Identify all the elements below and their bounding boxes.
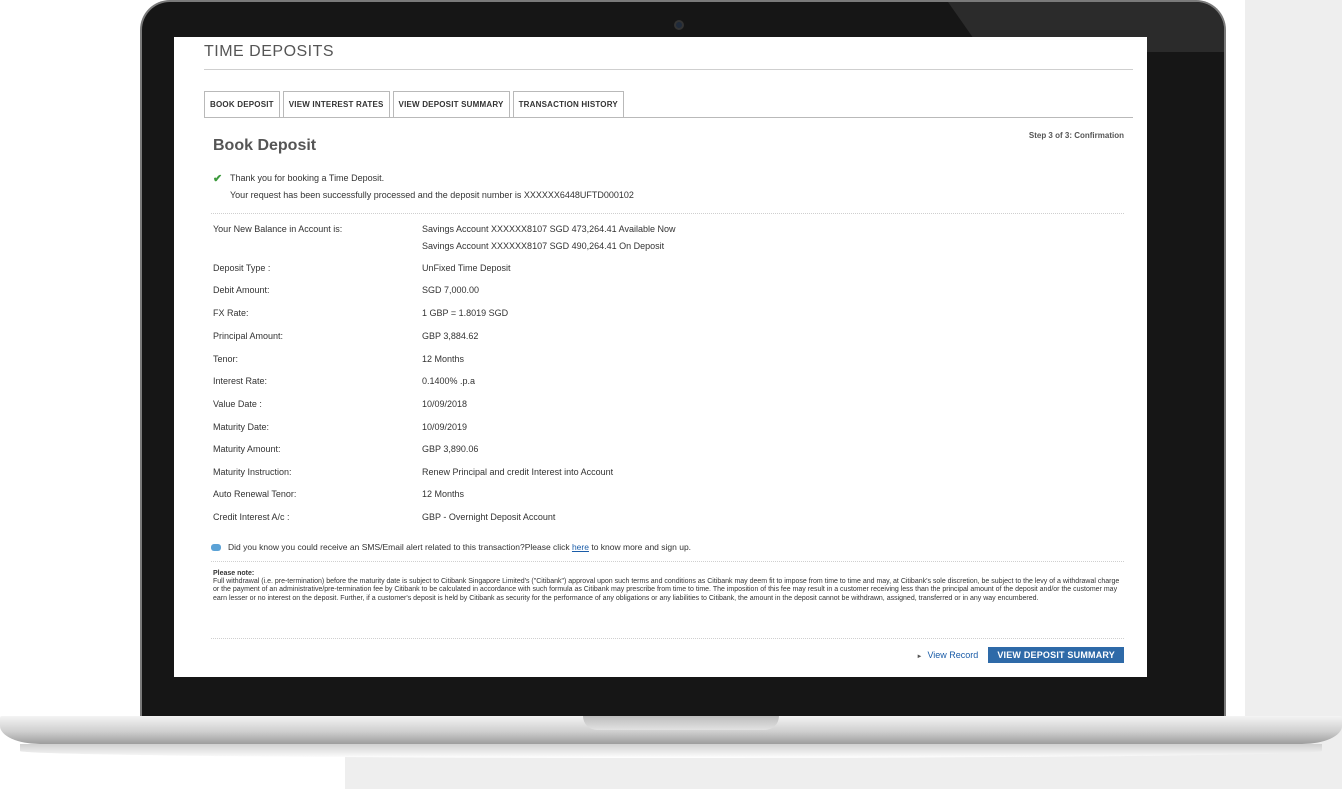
alert-text-after: to know more and sign up. bbox=[588, 542, 692, 552]
action-bar: ► View Record VIEW DEPOSIT SUMMARY bbox=[917, 647, 1124, 663]
note-title: Please note: bbox=[213, 570, 255, 577]
confirmation-line-2: Your request has been successfully proce… bbox=[230, 190, 634, 200]
laptop-base-notch bbox=[583, 716, 779, 730]
detail-label: Maturity Instruction: bbox=[213, 467, 292, 477]
tabs-divider bbox=[204, 117, 1133, 118]
step-indicator: Step 3 of 3: Confirmation bbox=[1028, 131, 1124, 140]
tab-transaction-history[interactable]: TRANSACTION HISTORY bbox=[512, 91, 624, 118]
chat-bubble-icon bbox=[211, 544, 221, 552]
detail-value: 10/09/2019 bbox=[422, 422, 468, 432]
detail-value: Savings Account XXXXXX8107 SGD 490,264.4… bbox=[422, 241, 665, 251]
view-record-label: View Record bbox=[927, 650, 979, 660]
tab-view-deposit-summary[interactable]: VIEW DEPOSIT SUMMARY bbox=[392, 91, 510, 118]
tab-book-deposit[interactable]: BOOK DEPOSIT bbox=[204, 91, 280, 118]
detail-label: Tenor: bbox=[213, 354, 239, 364]
confirmation-line-1: Thank you for booking a Time Deposit. bbox=[230, 173, 385, 183]
detail-label: Maturity Date: bbox=[213, 422, 270, 432]
detail-value: 1 GBP = 1.8019 SGD bbox=[422, 308, 509, 318]
webcam-icon bbox=[674, 20, 684, 30]
detail-value: 0.1400% .p.a bbox=[422, 376, 476, 386]
check-icon: ✔ bbox=[213, 173, 223, 185]
background-panel bbox=[1245, 0, 1342, 789]
alert-here-link[interactable]: here bbox=[572, 542, 589, 552]
view-record-link[interactable]: ► View Record bbox=[917, 650, 979, 660]
detail-value: Renew Principal and credit Interest into… bbox=[422, 467, 614, 477]
detail-label: Principal Amount: bbox=[213, 331, 284, 341]
detail-value: GBP - Overnight Deposit Account bbox=[422, 512, 556, 522]
detail-label: Maturity Amount: bbox=[213, 444, 281, 454]
laptop-shadow bbox=[20, 744, 1322, 758]
laptop-screen: TIME DEPOSITS BOOK DEPOSIT VIEW INTEREST… bbox=[174, 37, 1147, 677]
divider bbox=[211, 213, 1124, 214]
detail-label: Auto Renewal Tenor: bbox=[213, 489, 297, 499]
detail-label: Interest Rate: bbox=[213, 376, 268, 386]
divider bbox=[211, 561, 1124, 562]
arrow-right-icon: ► bbox=[916, 654, 923, 660]
page-title: TIME DEPOSITS bbox=[204, 43, 335, 60]
please-note: Please note: Full withdrawal (i.e. pre-t… bbox=[213, 570, 1127, 603]
note-body: Full withdrawal (i.e. pre-termination) b… bbox=[213, 578, 1120, 602]
divider bbox=[204, 69, 1133, 70]
tab-view-interest-rates[interactable]: VIEW INTEREST RATES bbox=[282, 91, 390, 118]
detail-label: FX Rate: bbox=[213, 308, 249, 318]
detail-value: UnFixed Time Deposit bbox=[422, 263, 511, 273]
detail-value: Savings Account XXXXXX8107 SGD 473,264.4… bbox=[422, 224, 676, 234]
detail-label: Your New Balance in Account is: bbox=[213, 224, 343, 234]
detail-value: 10/09/2018 bbox=[422, 399, 468, 409]
detail-label: Value Date : bbox=[213, 399, 262, 409]
detail-label: Credit Interest A/c : bbox=[213, 512, 290, 522]
section-title: Book Deposit bbox=[213, 137, 317, 154]
view-deposit-summary-button[interactable]: VIEW DEPOSIT SUMMARY bbox=[988, 647, 1124, 663]
tab-bar: BOOK DEPOSIT VIEW INTEREST RATES VIEW DE… bbox=[204, 91, 627, 118]
divider bbox=[211, 638, 1124, 639]
detail-value: GBP 3,890.06 bbox=[422, 444, 479, 454]
detail-value: SGD 7,000.00 bbox=[422, 285, 480, 295]
detail-label: Deposit Type : bbox=[213, 263, 271, 273]
detail-value: 12 Months bbox=[422, 489, 465, 499]
detail-value: GBP 3,884.62 bbox=[422, 331, 479, 341]
detail-label: Debit Amount: bbox=[213, 285, 270, 295]
alert-text-before: Did you know you could receive an SMS/Em… bbox=[228, 542, 572, 552]
sms-alert-info: Did you know you could receive an SMS/Em… bbox=[211, 542, 691, 552]
detail-value: 12 Months bbox=[422, 354, 465, 364]
